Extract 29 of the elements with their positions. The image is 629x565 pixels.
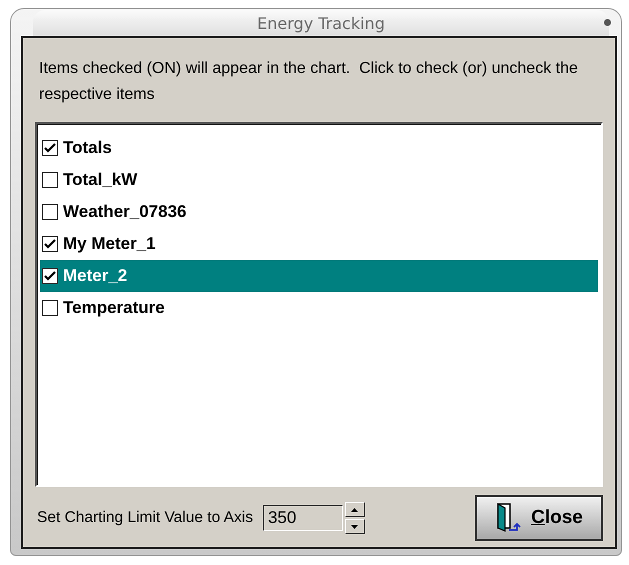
- list-item[interactable]: My Meter_1: [40, 228, 598, 260]
- list-item[interactable]: Weather_07836: [40, 196, 598, 228]
- limit-label: Set Charting Limit Value to Axis: [37, 509, 253, 527]
- list-item[interactable]: Total_kW: [40, 164, 598, 196]
- spin-down-button[interactable]: [344, 519, 365, 534]
- down-arrow-icon: [351, 524, 358, 528]
- limit-field[interactable]: 350: [262, 505, 343, 531]
- item-label: Weather_07836: [63, 202, 186, 222]
- item-label: Totals: [63, 138, 112, 158]
- checkbox[interactable]: [42, 236, 58, 252]
- up-arrow-icon: [351, 508, 358, 512]
- checkbox[interactable]: [42, 268, 58, 284]
- item-label: Temperature: [63, 298, 165, 318]
- item-label: Total_kW: [63, 170, 138, 190]
- instructions-text: Items checked (ON) will appear in the chart. Click to check (or) uncheck the respective items: [39, 59, 579, 105]
- list-item[interactable]: Totals: [40, 132, 598, 164]
- window-dot-icon[interactable]: [604, 19, 611, 26]
- door-icon: [495, 503, 522, 533]
- spin-up-button[interactable]: [344, 502, 365, 517]
- list-item[interactable]: Temperature: [40, 292, 598, 324]
- checkbox[interactable]: [42, 140, 58, 156]
- item-label: My Meter_1: [63, 234, 156, 254]
- close-button[interactable]: Close: [475, 495, 603, 541]
- checkbox[interactable]: [42, 300, 58, 316]
- list-item[interactable]: Meter_2: [40, 260, 598, 292]
- checkbox[interactable]: [42, 172, 58, 188]
- window-title: Energy Tracking: [257, 14, 385, 32]
- checkbox[interactable]: [42, 204, 58, 220]
- item-label: Meter_2: [63, 266, 128, 286]
